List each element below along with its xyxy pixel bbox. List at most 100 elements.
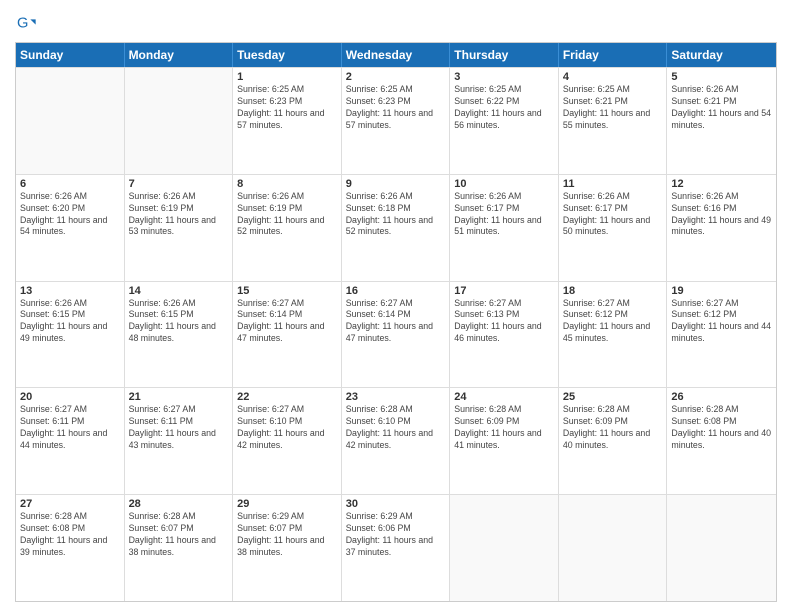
day-number: 3 xyxy=(454,71,554,83)
day-number: 19 xyxy=(671,285,772,297)
calendar-cell: 24Sunrise: 6:28 AM Sunset: 6:09 PM Dayli… xyxy=(450,388,559,494)
day-info: Sunrise: 6:26 AM Sunset: 6:18 PM Dayligh… xyxy=(346,191,446,239)
calendar-cell: 22Sunrise: 6:27 AM Sunset: 6:10 PM Dayli… xyxy=(233,388,342,494)
day-number: 20 xyxy=(20,391,120,403)
day-number: 1 xyxy=(237,71,337,83)
header-day-tuesday: Tuesday xyxy=(233,43,342,67)
calendar-cell: 29Sunrise: 6:29 AM Sunset: 6:07 PM Dayli… xyxy=(233,495,342,601)
calendar-cell xyxy=(667,495,776,601)
day-info: Sunrise: 6:28 AM Sunset: 6:08 PM Dayligh… xyxy=(20,511,120,559)
calendar-cell: 26Sunrise: 6:28 AM Sunset: 6:08 PM Dayli… xyxy=(667,388,776,494)
calendar-cell: 15Sunrise: 6:27 AM Sunset: 6:14 PM Dayli… xyxy=(233,282,342,388)
svg-text:G: G xyxy=(17,15,28,31)
header-day-monday: Monday xyxy=(125,43,234,67)
day-info: Sunrise: 6:26 AM Sunset: 6:21 PM Dayligh… xyxy=(671,84,772,132)
day-info: Sunrise: 6:27 AM Sunset: 6:11 PM Dayligh… xyxy=(129,404,229,452)
calendar-row-1: 6Sunrise: 6:26 AM Sunset: 6:20 PM Daylig… xyxy=(16,174,776,281)
day-number: 14 xyxy=(129,285,229,297)
calendar-body: 1Sunrise: 6:25 AM Sunset: 6:23 PM Daylig… xyxy=(16,67,776,601)
day-info: Sunrise: 6:27 AM Sunset: 6:11 PM Dayligh… xyxy=(20,404,120,452)
calendar-cell: 12Sunrise: 6:26 AM Sunset: 6:16 PM Dayli… xyxy=(667,175,776,281)
calendar-cell: 18Sunrise: 6:27 AM Sunset: 6:12 PM Dayli… xyxy=(559,282,668,388)
calendar-cell: 16Sunrise: 6:27 AM Sunset: 6:14 PM Dayli… xyxy=(342,282,451,388)
calendar-cell xyxy=(450,495,559,601)
day-info: Sunrise: 6:26 AM Sunset: 6:17 PM Dayligh… xyxy=(454,191,554,239)
day-info: Sunrise: 6:26 AM Sunset: 6:16 PM Dayligh… xyxy=(671,191,772,239)
day-info: Sunrise: 6:28 AM Sunset: 6:07 PM Dayligh… xyxy=(129,511,229,559)
day-number: 7 xyxy=(129,178,229,190)
calendar-cell: 20Sunrise: 6:27 AM Sunset: 6:11 PM Dayli… xyxy=(16,388,125,494)
day-info: Sunrise: 6:26 AM Sunset: 6:15 PM Dayligh… xyxy=(20,298,120,346)
day-number: 27 xyxy=(20,498,120,510)
day-info: Sunrise: 6:27 AM Sunset: 6:10 PM Dayligh… xyxy=(237,404,337,452)
day-info: Sunrise: 6:26 AM Sunset: 6:17 PM Dayligh… xyxy=(563,191,663,239)
calendar-cell: 5Sunrise: 6:26 AM Sunset: 6:21 PM Daylig… xyxy=(667,68,776,174)
calendar-cell: 7Sunrise: 6:26 AM Sunset: 6:19 PM Daylig… xyxy=(125,175,234,281)
header-day-wednesday: Wednesday xyxy=(342,43,451,67)
calendar-cell: 6Sunrise: 6:26 AM Sunset: 6:20 PM Daylig… xyxy=(16,175,125,281)
day-number: 16 xyxy=(346,285,446,297)
day-number: 5 xyxy=(671,71,772,83)
day-info: Sunrise: 6:27 AM Sunset: 6:13 PM Dayligh… xyxy=(454,298,554,346)
calendar-row-4: 27Sunrise: 6:28 AM Sunset: 6:08 PM Dayli… xyxy=(16,494,776,601)
calendar-cell: 11Sunrise: 6:26 AM Sunset: 6:17 PM Dayli… xyxy=(559,175,668,281)
calendar-cell: 25Sunrise: 6:28 AM Sunset: 6:09 PM Dayli… xyxy=(559,388,668,494)
day-number: 18 xyxy=(563,285,663,297)
day-info: Sunrise: 6:28 AM Sunset: 6:09 PM Dayligh… xyxy=(454,404,554,452)
header-day-sunday: Sunday xyxy=(16,43,125,67)
day-number: 9 xyxy=(346,178,446,190)
day-info: Sunrise: 6:26 AM Sunset: 6:20 PM Dayligh… xyxy=(20,191,120,239)
day-number: 22 xyxy=(237,391,337,403)
header: G xyxy=(15,10,777,34)
day-number: 25 xyxy=(563,391,663,403)
calendar-cell xyxy=(16,68,125,174)
day-number: 13 xyxy=(20,285,120,297)
day-info: Sunrise: 6:28 AM Sunset: 6:08 PM Dayligh… xyxy=(671,404,772,452)
calendar-cell: 13Sunrise: 6:26 AM Sunset: 6:15 PM Dayli… xyxy=(16,282,125,388)
day-number: 12 xyxy=(671,178,772,190)
calendar-cell: 9Sunrise: 6:26 AM Sunset: 6:18 PM Daylig… xyxy=(342,175,451,281)
day-number: 8 xyxy=(237,178,337,190)
day-info: Sunrise: 6:25 AM Sunset: 6:21 PM Dayligh… xyxy=(563,84,663,132)
calendar-row-3: 20Sunrise: 6:27 AM Sunset: 6:11 PM Dayli… xyxy=(16,387,776,494)
day-info: Sunrise: 6:25 AM Sunset: 6:22 PM Dayligh… xyxy=(454,84,554,132)
day-info: Sunrise: 6:28 AM Sunset: 6:09 PM Dayligh… xyxy=(563,404,663,452)
header-day-saturday: Saturday xyxy=(667,43,776,67)
calendar-cell: 19Sunrise: 6:27 AM Sunset: 6:12 PM Dayli… xyxy=(667,282,776,388)
calendar-cell: 8Sunrise: 6:26 AM Sunset: 6:19 PM Daylig… xyxy=(233,175,342,281)
day-number: 15 xyxy=(237,285,337,297)
day-info: Sunrise: 6:25 AM Sunset: 6:23 PM Dayligh… xyxy=(346,84,446,132)
calendar-cell: 4Sunrise: 6:25 AM Sunset: 6:21 PM Daylig… xyxy=(559,68,668,174)
day-info: Sunrise: 6:26 AM Sunset: 6:19 PM Dayligh… xyxy=(237,191,337,239)
day-number: 21 xyxy=(129,391,229,403)
day-number: 29 xyxy=(237,498,337,510)
calendar-cell: 3Sunrise: 6:25 AM Sunset: 6:22 PM Daylig… xyxy=(450,68,559,174)
day-number: 24 xyxy=(454,391,554,403)
calendar-cell: 17Sunrise: 6:27 AM Sunset: 6:13 PM Dayli… xyxy=(450,282,559,388)
calendar-cell: 27Sunrise: 6:28 AM Sunset: 6:08 PM Dayli… xyxy=(16,495,125,601)
day-info: Sunrise: 6:26 AM Sunset: 6:15 PM Dayligh… xyxy=(129,298,229,346)
calendar-cell: 28Sunrise: 6:28 AM Sunset: 6:07 PM Dayli… xyxy=(125,495,234,601)
calendar-cell: 21Sunrise: 6:27 AM Sunset: 6:11 PM Dayli… xyxy=(125,388,234,494)
calendar-cell: 30Sunrise: 6:29 AM Sunset: 6:06 PM Dayli… xyxy=(342,495,451,601)
page: G SundayMondayTuesdayWednesdayThursdayFr… xyxy=(0,0,792,612)
day-number: 26 xyxy=(671,391,772,403)
day-number: 10 xyxy=(454,178,554,190)
day-info: Sunrise: 6:26 AM Sunset: 6:19 PM Dayligh… xyxy=(129,191,229,239)
logo-icon: G xyxy=(17,14,37,34)
calendar-row-2: 13Sunrise: 6:26 AM Sunset: 6:15 PM Dayli… xyxy=(16,281,776,388)
day-info: Sunrise: 6:25 AM Sunset: 6:23 PM Dayligh… xyxy=(237,84,337,132)
calendar-row-0: 1Sunrise: 6:25 AM Sunset: 6:23 PM Daylig… xyxy=(16,67,776,174)
day-info: Sunrise: 6:27 AM Sunset: 6:14 PM Dayligh… xyxy=(237,298,337,346)
day-info: Sunrise: 6:28 AM Sunset: 6:10 PM Dayligh… xyxy=(346,404,446,452)
calendar: SundayMondayTuesdayWednesdayThursdayFrid… xyxy=(15,42,777,602)
day-number: 28 xyxy=(129,498,229,510)
day-number: 4 xyxy=(563,71,663,83)
header-day-friday: Friday xyxy=(559,43,668,67)
day-number: 17 xyxy=(454,285,554,297)
calendar-cell: 2Sunrise: 6:25 AM Sunset: 6:23 PM Daylig… xyxy=(342,68,451,174)
day-info: Sunrise: 6:29 AM Sunset: 6:06 PM Dayligh… xyxy=(346,511,446,559)
day-number: 30 xyxy=(346,498,446,510)
header-day-thursday: Thursday xyxy=(450,43,559,67)
calendar-cell: 14Sunrise: 6:26 AM Sunset: 6:15 PM Dayli… xyxy=(125,282,234,388)
